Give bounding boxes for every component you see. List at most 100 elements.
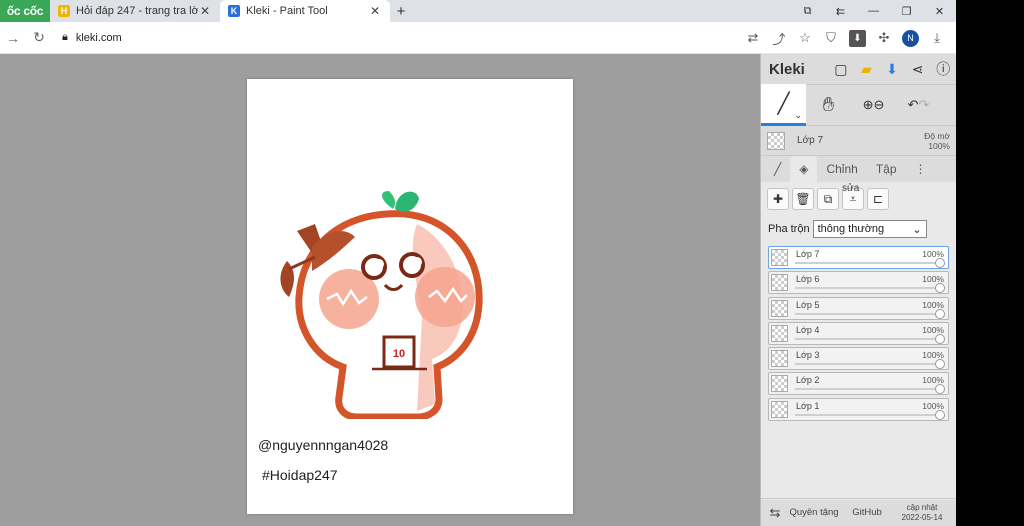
opacity-slider-track[interactable] bbox=[795, 388, 942, 391]
bookmark-star-icon[interactable]: ☆ bbox=[792, 30, 818, 46]
chevron-down-icon[interactable]: ⌄ bbox=[794, 110, 802, 121]
signature-line-1: @nguyennngan4028 bbox=[258, 437, 389, 453]
layer-item-6[interactable]: Lớp 6 100% bbox=[768, 271, 949, 295]
forward-icon[interactable]: → bbox=[0, 30, 26, 46]
opacity-slider-knob[interactable] bbox=[935, 333, 945, 344]
donate-link[interactable]: Quyên tặng bbox=[789, 507, 839, 518]
blend-mode-select[interactable]: thông thường ⌄ bbox=[812, 220, 927, 238]
downloads-icon[interactable]: ⤓ bbox=[924, 30, 950, 46]
tab-layers[interactable]: ◈ bbox=[790, 156, 818, 182]
omnibox[interactable]: 🔒︎ kleki.com bbox=[62, 31, 682, 44]
opacity-slider-track[interactable] bbox=[795, 262, 942, 264]
tab-adjust[interactable]: Chỉnh bbox=[817, 156, 866, 182]
layer-name: Lớp 2 bbox=[796, 375, 820, 386]
extensions-icon[interactable]: ✣ bbox=[871, 30, 897, 46]
current-layer-name: Lớp 7 bbox=[797, 135, 824, 146]
redo-icon[interactable]: ↷ bbox=[919, 97, 930, 113]
layer-item-1[interactable]: Lớp 1 100% bbox=[768, 397, 949, 421]
lock-icon[interactable]: 🔒︎ bbox=[62, 31, 68, 44]
open-folder-icon[interactable]: ▰ bbox=[854, 56, 880, 82]
left-eye-highlight bbox=[374, 259, 384, 269]
coccoc-logo[interactable]: ốc cốc bbox=[0, 0, 50, 22]
leaf-right bbox=[395, 191, 419, 212]
layer-name: Lớp 7 bbox=[796, 249, 820, 259]
window-controls: ⧉ ⇇ — ❐ ✕ bbox=[791, 0, 956, 22]
merge-layer-button[interactable]: ⩡ sửa bbox=[842, 183, 864, 210]
black-border bbox=[956, 0, 1024, 526]
opacity-slider-track[interactable] bbox=[795, 337, 942, 340]
reload-icon[interactable]: ↻ bbox=[26, 29, 52, 46]
shield-icon[interactable]: ⛉ bbox=[818, 30, 844, 46]
add-layer-button[interactable]: ✚ bbox=[767, 188, 789, 210]
tab-file[interactable]: Tập bbox=[867, 156, 906, 182]
layer-thumbnail bbox=[771, 375, 788, 393]
opacity-slider-knob[interactable] bbox=[935, 258, 945, 268]
rename-layer-button[interactable]: ⊏ bbox=[867, 188, 889, 210]
chevron-down-icon: ⌄ bbox=[912, 223, 922, 236]
opacity-slider-track[interactable] bbox=[795, 287, 942, 290]
opacity-slider-knob[interactable] bbox=[935, 359, 945, 370]
minimize-icon[interactable]: — bbox=[857, 0, 890, 22]
opacity-slider-track[interactable] bbox=[795, 413, 942, 416]
tab-search-icon[interactable]: ⇇ bbox=[824, 0, 857, 22]
new-image-icon[interactable]: ▢ bbox=[828, 56, 854, 82]
savior-download-icon[interactable]: ⬇ bbox=[849, 29, 866, 47]
update-link[interactable]: cập nhật 2022-05-14 bbox=[895, 503, 949, 523]
new-tab-button[interactable]: + bbox=[390, 0, 412, 22]
opacity-label: Độ mờ bbox=[924, 130, 950, 141]
layer-thumbnail bbox=[771, 324, 788, 342]
layers-icon: ◈ bbox=[799, 162, 809, 176]
opacity-slider-knob[interactable] bbox=[935, 308, 945, 319]
layer-name: Lớp 3 bbox=[796, 350, 820, 361]
opacity-slider-track[interactable] bbox=[795, 312, 942, 315]
tab-kleki[interactable]: K Kleki - Paint Tool ✕ bbox=[220, 0, 390, 22]
picture-in-picture-icon[interactable]: ⧉ bbox=[791, 0, 824, 22]
layer-thumbnail bbox=[771, 299, 788, 317]
more-menu-icon[interactable]: ⋮ bbox=[906, 156, 936, 182]
download-icon[interactable]: ⬇ bbox=[879, 56, 905, 82]
right-eye-highlight bbox=[412, 257, 422, 267]
translate-icon[interactable]: ⇄ bbox=[740, 30, 766, 46]
swap-panel-icon[interactable]: ⇆ bbox=[761, 505, 789, 521]
opacity-slider-knob[interactable] bbox=[935, 384, 945, 395]
address-bar: → ↻ 🔒︎ kleki.com ⇄ ⤴ ☆ ⛉ ⬇ ✣ N ⤓ bbox=[0, 22, 956, 54]
layer-thumbnail bbox=[767, 131, 785, 150]
profile-avatar[interactable]: N bbox=[902, 29, 919, 47]
hoidap-favicon-icon: H bbox=[58, 5, 70, 17]
layer-list: Lớp 7 100% Lớp 6 100% Lớp 5 100% Lớp 4 100% … bbox=[761, 242, 956, 500]
tab-hoidap247[interactable]: H Hỏi đáp 247 - trang tra lời ✕ bbox=[50, 0, 220, 22]
layer-item-4[interactable]: Lớp 4 100% bbox=[768, 321, 949, 345]
hand-tool-button[interactable]: ✋︎ bbox=[806, 84, 851, 126]
undo-icon[interactable]: ↶ bbox=[908, 97, 919, 113]
canvas-area[interactable]: 10 @nguyennngan4028 #Hoidap247 bbox=[0, 54, 760, 526]
share-icon[interactable]: ⋖ bbox=[905, 56, 931, 82]
browser-tab-strip: ốc cốc H Hỏi đáp 247 - trang tra lời ✕ K… bbox=[0, 0, 956, 22]
github-link[interactable]: GitHub bbox=[847, 507, 887, 518]
layer-item-5[interactable]: Lớp 5 100% bbox=[768, 296, 949, 320]
restore-icon[interactable]: ❐ bbox=[890, 0, 923, 22]
zoom-buttons: ⊕ ⊖ bbox=[851, 84, 896, 126]
kleki-logo[interactable]: Kleki bbox=[769, 61, 828, 78]
delete-layer-button[interactable]: 🗑︎ bbox=[792, 188, 814, 210]
layer-item-2[interactable]: Lớp 2 100% bbox=[768, 372, 949, 396]
opacity-slider-knob[interactable] bbox=[935, 283, 945, 294]
share-icon[interactable]: ⤴ bbox=[766, 29, 792, 48]
layer-item-7[interactable]: Lớp 7 100% bbox=[768, 246, 949, 269]
drawing-canvas[interactable]: 10 @nguyennngan4028 #Hoidap247 bbox=[247, 79, 573, 514]
zoom-in-icon[interactable]: ⊕ bbox=[863, 97, 874, 113]
layer-name: Lớp 6 bbox=[796, 274, 820, 285]
blend-mode-value: thông thường bbox=[817, 223, 885, 235]
tab-brush[interactable]: ╱ bbox=[765, 156, 790, 182]
opacity-slider-knob[interactable] bbox=[935, 409, 945, 420]
help-icon[interactable]: ⓘ bbox=[930, 56, 956, 82]
opacity-slider-track[interactable] bbox=[795, 363, 942, 366]
current-layer-bar[interactable]: Lớp 7 Độ mờ 100% bbox=[761, 126, 956, 156]
duplicate-layer-button[interactable]: ⧉ bbox=[817, 188, 839, 210]
layer-item-3[interactable]: Lớp 3 100% bbox=[768, 347, 949, 371]
zoom-out-icon[interactable]: ⊖ bbox=[874, 97, 885, 113]
brush-tool-button[interactable]: ╱ ⌄ bbox=[761, 84, 806, 126]
close-tab-icon[interactable]: ✕ bbox=[198, 4, 212, 18]
close-tab-icon[interactable]: ✕ bbox=[368, 4, 382, 18]
close-window-icon[interactable]: ✕ bbox=[923, 0, 956, 22]
opacity-value: 100% bbox=[928, 140, 950, 151]
